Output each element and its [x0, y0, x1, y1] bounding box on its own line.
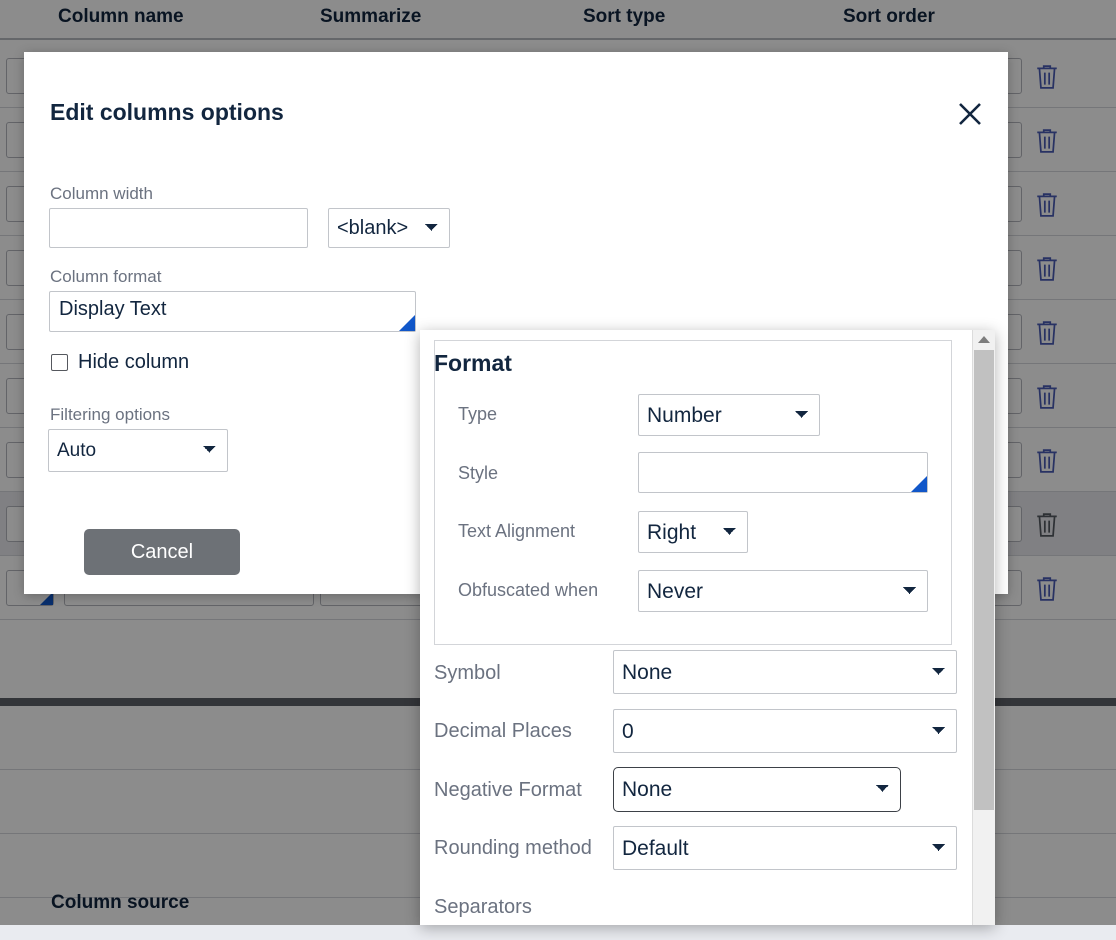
- format-scroll-content: Format Type Number Style Text Alignment …: [420, 330, 972, 925]
- hide-column-checkbox[interactable]: [51, 354, 68, 371]
- text-alignment-select[interactable]: Right: [638, 511, 748, 553]
- filtering-options-label: Filtering options: [50, 405, 171, 424]
- negative-format-label: Negative Format: [434, 779, 582, 801]
- hide-column-label: Hide column: [78, 351, 190, 373]
- rounding-method-select[interactable]: Default: [613, 826, 957, 870]
- text-alignment-label: Text Alignment: [458, 521, 576, 541]
- column-format-textarea-wrap: [49, 291, 416, 332]
- cancel-button[interactable]: Cancel: [84, 529, 240, 575]
- scroll-up-arrow-icon[interactable]: [973, 330, 995, 348]
- type-label: Type: [458, 404, 498, 424]
- filtering-options-select[interactable]: Auto: [48, 429, 228, 472]
- negative-format-select[interactable]: None: [613, 767, 901, 812]
- format-legend: Format: [434, 350, 512, 376]
- close-x-glyph: [959, 103, 981, 125]
- style-label: Style: [458, 463, 499, 483]
- column-format-textarea[interactable]: [49, 291, 416, 332]
- column-width-input[interactable]: [49, 208, 308, 248]
- type-select[interactable]: Number: [638, 394, 820, 436]
- hide-column-checkbox-row[interactable]: Hide column: [51, 351, 189, 374]
- format-popup-scrollbar[interactable]: [972, 330, 995, 925]
- style-textarea-wrap: [638, 452, 928, 493]
- format-popup: Format Type Number Style Text Alignment …: [420, 330, 995, 925]
- style-textarea[interactable]: [638, 452, 928, 493]
- decimal-places-label: Decimal Places: [434, 720, 572, 742]
- rounding-method-label: Rounding method: [434, 837, 592, 859]
- symbol-label: Symbol: [434, 662, 501, 684]
- symbol-select[interactable]: None: [613, 650, 957, 694]
- decimal-places-select[interactable]: 0: [613, 709, 957, 753]
- separators-label: Separators: [434, 896, 532, 918]
- obfuscated-when-label: Obfuscated when: [458, 580, 599, 600]
- column-width-unit-select[interactable]: <blank>: [328, 208, 450, 248]
- dialog-title: Edit columns options: [50, 99, 284, 125]
- app-root: Column name Summarize Sort type Sort ord…: [0, 0, 1116, 940]
- column-width-label: Column width: [50, 184, 153, 203]
- page-footer: [0, 925, 1116, 940]
- column-format-label: Column format: [50, 267, 162, 286]
- close-icon[interactable]: [953, 97, 987, 131]
- obfuscated-when-select[interactable]: Never: [638, 570, 928, 612]
- scrollbar-thumb[interactable]: [974, 350, 994, 810]
